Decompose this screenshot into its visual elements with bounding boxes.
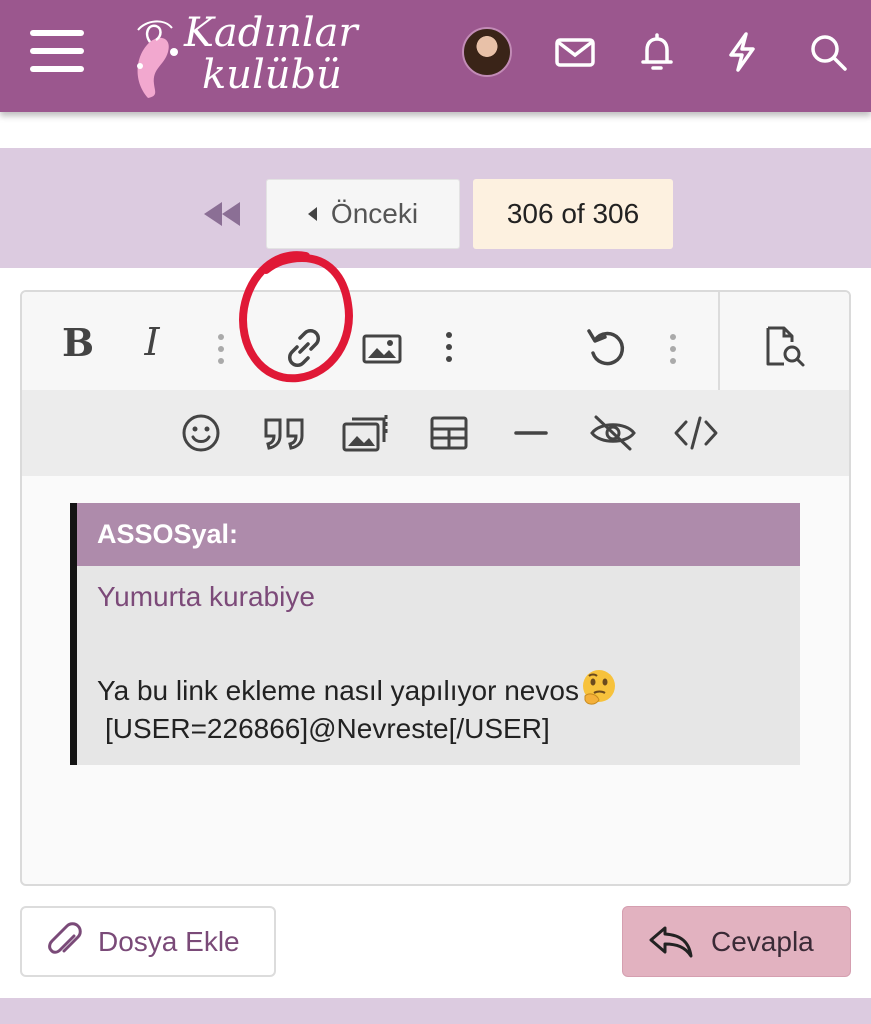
page-status[interactable]: 306 of 306 bbox=[473, 179, 673, 249]
footer-band bbox=[0, 998, 871, 1024]
bold-button[interactable]: B bbox=[58, 320, 98, 365]
quote-author: ASSOSyal: bbox=[77, 503, 800, 566]
table-icon[interactable] bbox=[428, 412, 470, 454]
logo-text-line1: Kadınlar bbox=[184, 10, 358, 56]
message-body[interactable]: Ya bu link ekleme nasıl yapılıyor nevos … bbox=[97, 668, 797, 748]
paperclip-icon bbox=[48, 921, 82, 954]
attach-file-button[interactable]: Dosya Ekle bbox=[20, 906, 276, 977]
search-icon[interactable] bbox=[806, 30, 850, 74]
logo-mark-icon bbox=[137, 20, 178, 98]
site-logo[interactable]: Kadınlar kulübü bbox=[128, 8, 358, 100]
thinking-face-emoji-icon bbox=[582, 670, 615, 705]
first-page-icon[interactable] bbox=[200, 196, 244, 232]
more-options-icon[interactable] bbox=[670, 334, 676, 364]
image-icon[interactable] bbox=[360, 326, 404, 370]
preview-icon[interactable] bbox=[760, 324, 810, 370]
previous-page-label: Önceki bbox=[330, 198, 419, 229]
code-icon[interactable] bbox=[672, 412, 720, 454]
preview-toggle-area bbox=[718, 292, 849, 390]
media-gallery-icon[interactable] bbox=[342, 412, 392, 454]
bell-icon[interactable] bbox=[635, 30, 679, 74]
more-options-icon[interactable] bbox=[446, 332, 452, 362]
previous-page-button[interactable]: Önceki bbox=[266, 179, 460, 249]
reply-button[interactable]: Cevapla bbox=[622, 906, 851, 977]
link-icon[interactable] bbox=[282, 326, 326, 370]
quote-text: Yumurta kurabiye bbox=[97, 581, 315, 612]
smiley-icon[interactable] bbox=[180, 412, 222, 454]
logo-text-line2: kulübü bbox=[202, 52, 342, 98]
menu-icon[interactable] bbox=[30, 30, 84, 76]
reply-arrow-icon bbox=[649, 926, 693, 957]
quote-icon[interactable] bbox=[262, 412, 308, 454]
lightning-icon[interactable] bbox=[720, 30, 764, 74]
undo-icon[interactable] bbox=[584, 324, 630, 370]
attach-file-label: Dosya Ekle bbox=[98, 925, 240, 957]
horizontal-line-icon[interactable] bbox=[510, 412, 552, 454]
italic-button[interactable]: I bbox=[132, 320, 172, 364]
spoiler-eye-slash-icon[interactable] bbox=[588, 412, 638, 454]
editor-toolbar-primary: B I bbox=[22, 292, 849, 390]
message-line2: [USER=226866]@Nevreste[/USER] bbox=[105, 713, 550, 744]
chevron-left-icon bbox=[307, 207, 317, 221]
editor-toolbar-secondary bbox=[22, 390, 849, 476]
reply-label: Cevapla bbox=[711, 925, 814, 957]
more-options-icon[interactable] bbox=[218, 334, 224, 364]
mail-icon[interactable] bbox=[553, 30, 597, 74]
avatar[interactable] bbox=[462, 27, 512, 77]
message-line1: Ya bu link ekleme nasıl yapılıyor nevos bbox=[97, 675, 579, 706]
site-header: Kadınlar kulübü bbox=[0, 0, 871, 112]
